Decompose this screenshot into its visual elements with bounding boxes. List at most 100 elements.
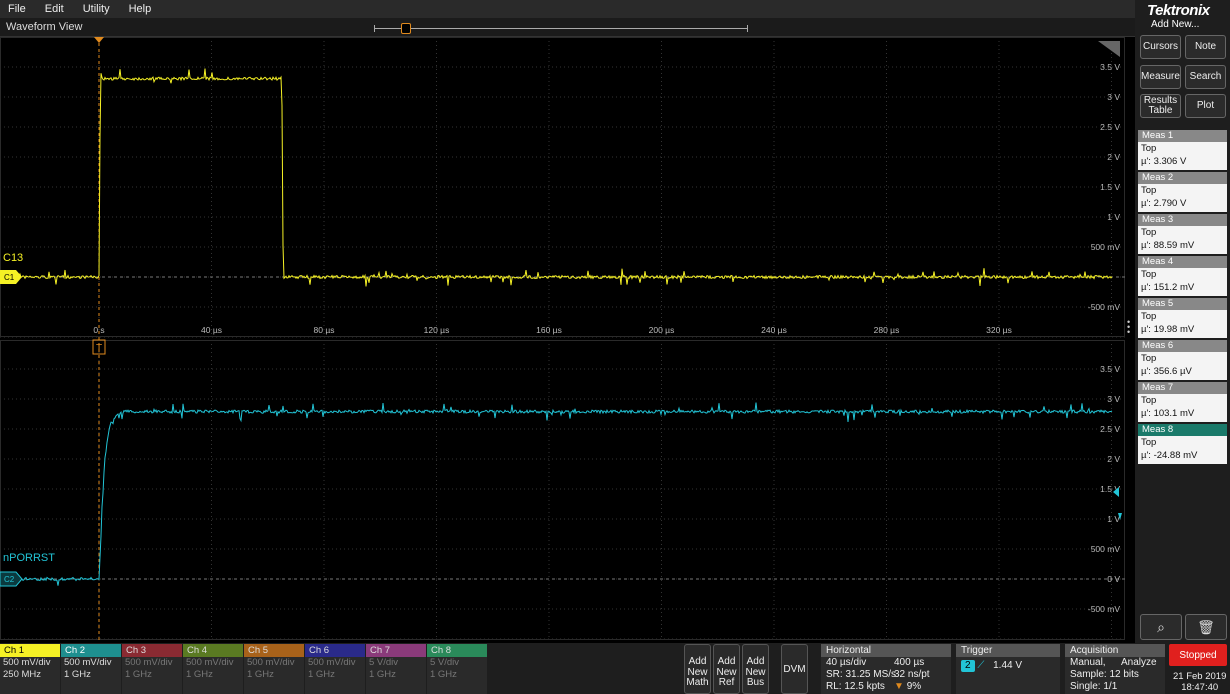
measurement-name: Meas 6: [1138, 340, 1227, 352]
channel-bandwidth: 1 GHz: [369, 669, 396, 680]
acquisition-single: Single: 1/1: [1070, 681, 1118, 692]
trigger-level: 1.44 V: [993, 660, 1023, 671]
channel-badge-3[interactable]: Ch 3 500 mV/div 1 GHz: [122, 644, 182, 694]
menu-bar: File Edit Utility Help: [0, 0, 1135, 18]
measurement-name: Meas 5: [1138, 298, 1227, 310]
menu-edit[interactable]: Edit: [37, 3, 75, 15]
trash-icon[interactable]: 🗑: [1185, 614, 1227, 640]
add-new-label: Add New...: [1151, 19, 1200, 30]
y-tick-label: 2 V: [1107, 152, 1120, 162]
menu-file[interactable]: File: [0, 3, 37, 15]
add-new-math-button[interactable]: Add New Math: [684, 644, 711, 694]
channel-name: Ch 3: [122, 644, 182, 657]
measurement-badge-4[interactable]: Meas 4 Top µ': 151.2 mV: [1138, 256, 1227, 296]
measurement-badge-5[interactable]: Meas 5 Top µ': 19.98 mV: [1138, 298, 1227, 338]
channel-badge-2[interactable]: Ch 2 500 mV/div 1 GHz: [61, 644, 121, 694]
x-tick-label: 120 µs: [424, 325, 450, 335]
dvm-button[interactable]: DVM: [781, 644, 808, 694]
x-tick-label: 320 µs: [986, 325, 1012, 335]
menu-help[interactable]: Help: [121, 3, 163, 15]
zoom-icon[interactable]: ⌕: [1140, 614, 1182, 640]
trigger-position-handle[interactable]: [401, 23, 411, 34]
x-tick-label: 80 µs: [314, 325, 335, 335]
channel-bandwidth: 1 GHz: [308, 669, 335, 680]
horizontal-scale: 40 µs/div: [826, 657, 867, 668]
measurement-type: Top: [1141, 395, 1157, 406]
note-button[interactable]: Note: [1185, 35, 1226, 59]
measurement-badge-6[interactable]: Meas 6 Top µ': 356.6 µV: [1138, 340, 1227, 380]
trigger-source: 2: [961, 660, 975, 672]
measurement-name: Meas 2: [1138, 172, 1227, 184]
results-table-button[interactable]: Results Table: [1140, 94, 1181, 118]
menu-utility[interactable]: Utility: [75, 3, 121, 15]
measurement-value: µ': 3.306 V: [1141, 156, 1187, 167]
measurement-value: µ': 88.59 mV: [1141, 240, 1195, 251]
ch1-badge-text: C1: [4, 273, 15, 282]
time-per-point: 32 ns/pt: [894, 669, 930, 680]
ch1-waveform: [0, 68, 1113, 287]
trigger-position-marker: [94, 37, 104, 43]
channel-scale: 5 V/div: [430, 657, 460, 668]
ch2-waveform: [0, 402, 1113, 586]
channel-badge-1[interactable]: Ch 1 500 mV/div 250 MHz: [0, 644, 60, 694]
channel-scale: 500 mV/div: [64, 657, 112, 668]
measurement-name: Meas 1: [1138, 130, 1227, 142]
trigger-t-text: T: [96, 343, 102, 354]
record-overview-scrollbar[interactable]: [374, 23, 748, 34]
y-tick-label: -500 mV: [1088, 302, 1120, 312]
channel-bandwidth: 1 GHz: [247, 669, 274, 680]
measurement-value: µ': -24.88 mV: [1141, 450, 1198, 461]
search-button[interactable]: Search: [1185, 65, 1226, 89]
measurement-value: µ': 19.98 mV: [1141, 324, 1195, 335]
measurement-type: Top: [1141, 437, 1157, 448]
waveform-display[interactable]: 3.5 V 3 V 2.5 V 2 V 1.5 V 1 V 500 mV -500 mV 3.5…: [0, 37, 1135, 643]
run-stop-status[interactable]: Stopped: [1169, 644, 1227, 666]
trigger-badge[interactable]: Trigger 2 ⟋ 1.44 V: [956, 644, 1060, 694]
results-bar: Tektronix Add New... Cursors Note Measur…: [1135, 0, 1230, 643]
date-time: 21 Feb 2019 18:47:40: [1173, 671, 1226, 693]
ch2-label: nPORRST: [3, 552, 55, 564]
horizontal-badge[interactable]: Horizontal 40 µs/div 400 µs SR: 31.25 MS/…: [821, 644, 951, 694]
x-tick-label: 200 µs: [649, 325, 675, 335]
measure-button[interactable]: Measure: [1140, 65, 1181, 89]
measurement-badge-8[interactable]: Meas 8 Top µ': -24.88 mV: [1138, 424, 1227, 464]
channel-badge-6[interactable]: Ch 6 500 mV/div 1 GHz: [305, 644, 365, 694]
channel-name: Ch 2: [61, 644, 121, 657]
y-tick-label: 1 V: [1107, 212, 1120, 222]
sample-rate: SR: 31.25 MS/s: [826, 669, 897, 680]
channel-scale: 500 mV/div: [186, 657, 234, 668]
y-tick-label: 3 V: [1107, 394, 1120, 404]
measurement-badge-7[interactable]: Meas 7 Top µ': 103.1 mV: [1138, 382, 1227, 422]
channel-badge-7[interactable]: Ch 75 V/div 1 GHz: [366, 644, 426, 694]
acquisition-badge[interactable]: Acquisition Manual, Analyze Sample: 12 bi…: [1065, 644, 1165, 694]
panel-border: [0, 340, 1125, 640]
channel-name: Ch 5: [244, 644, 304, 657]
measurement-badge-2[interactable]: Meas 2 Top µ': 2.790 V: [1138, 172, 1227, 212]
trigger-title: Trigger: [956, 644, 1060, 657]
ch1-label: C13: [3, 252, 23, 264]
horizontal-position: 400 µs: [894, 657, 925, 668]
tektronix-logo: Tektronix: [1147, 2, 1210, 19]
channel-scale: 500 mV/div: [308, 657, 356, 668]
y-tick-label: 3.5 V: [1100, 364, 1120, 374]
channel-badge-5[interactable]: Ch 5 500 mV/div 1 GHz: [244, 644, 304, 694]
measurement-value: µ': 356.6 µV: [1141, 366, 1192, 377]
add-new-bus-button[interactable]: Add New Bus: [742, 644, 769, 694]
measurement-badge-3[interactable]: Meas 3 Top µ': 88.59 mV: [1138, 214, 1227, 254]
rising-edge-icon: ⟋: [977, 660, 985, 671]
date-text: 21 Feb 2019: [1173, 671, 1227, 682]
cursors-button[interactable]: Cursors: [1140, 35, 1181, 59]
position-percent: 9%: [906, 681, 922, 692]
measurement-name: Meas 8: [1138, 424, 1227, 436]
measurement-badge-1[interactable]: Meas 1 Top µ': 3.306 V: [1138, 130, 1227, 170]
x-tick-label: 240 µs: [761, 325, 787, 335]
panel-resize-handle[interactable]: • • •: [1127, 318, 1134, 337]
measurement-name: Meas 4: [1138, 256, 1227, 268]
channel-badge-4[interactable]: Ch 4 500 mV/div 1 GHz: [183, 644, 243, 694]
y-tick-label: 3.5 V: [1100, 62, 1120, 72]
channel-badge-8[interactable]: Ch 85 V/div 1 GHz: [427, 644, 487, 694]
channel-scale: 500 mV/div: [247, 657, 295, 668]
add-new-ref-button[interactable]: Add New Ref: [713, 644, 740, 694]
plot-button[interactable]: Plot: [1185, 94, 1226, 118]
y-tick-label: 2.5 V: [1100, 424, 1120, 434]
